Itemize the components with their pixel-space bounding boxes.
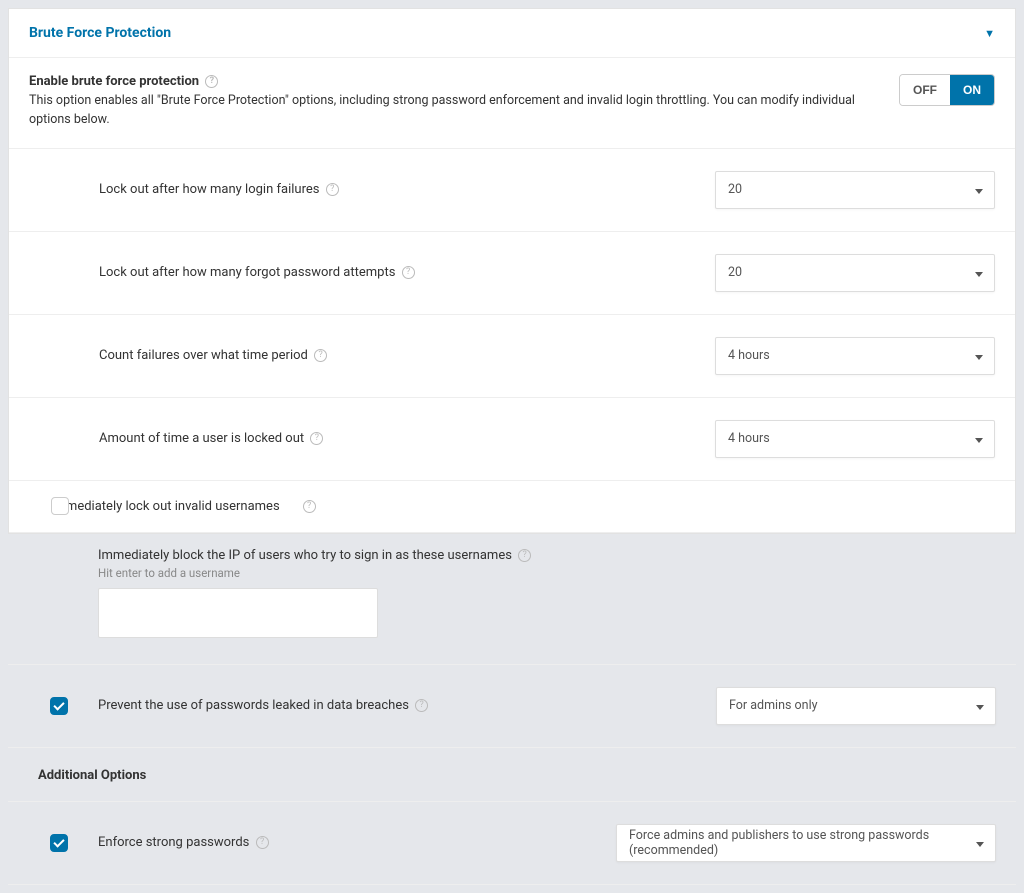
help-icon[interactable]: ? (205, 75, 218, 88)
leaked-passwords-select[interactable]: For admins only (716, 687, 996, 725)
chevron-down-icon[interactable]: ▼ (984, 27, 995, 40)
help-icon[interactable]: ? (415, 699, 428, 712)
count-period-select[interactable]: 4 hours (715, 337, 995, 375)
help-icon[interactable]: ? (518, 549, 531, 562)
lockout-time-select[interactable]: 4 hours (715, 420, 995, 458)
help-icon[interactable]: ? (314, 349, 327, 362)
count-period-label: Count failures over what time period (99, 348, 308, 363)
enable-title: Enable brute force protection ? (29, 74, 879, 89)
help-icon[interactable]: ? (303, 500, 316, 513)
help-icon[interactable]: ? (256, 836, 269, 849)
forgot-password-select[interactable]: 20 (715, 254, 995, 292)
forgot-password-label: Lock out after how many forgot password … (99, 265, 395, 280)
strong-passwords-label: Enforce strong passwords (98, 835, 249, 850)
panel-title: Brute Force Protection (29, 25, 171, 41)
leaked-passwords-label: Prevent the use of passwords leaked in d… (98, 698, 409, 713)
block-ip-sublabel: Hit enter to add a username (98, 566, 996, 580)
toggle-off-button[interactable]: OFF (900, 75, 950, 105)
leaked-passwords-checkbox[interactable] (50, 697, 68, 715)
block-ip-label: Immediately block the IP of users who tr… (98, 548, 512, 563)
invalid-usernames-label: Immediately lock out invalid usernames (51, 499, 280, 514)
additional-options-heading: Additional Options (8, 748, 1016, 801)
strong-passwords-checkbox[interactable] (50, 834, 68, 852)
strong-passwords-select[interactable]: Force admins and publishers to use stron… (616, 824, 996, 862)
help-icon[interactable]: ? (402, 266, 415, 279)
enable-toggle: OFF ON (899, 74, 995, 106)
help-icon[interactable]: ? (326, 183, 339, 196)
panel-header[interactable]: Brute Force Protection ▼ (9, 9, 1015, 58)
help-icon[interactable]: ? (310, 432, 323, 445)
block-ip-textarea[interactable] (98, 588, 378, 638)
login-failures-select[interactable]: 20 (715, 171, 995, 209)
enable-description: This option enables all "Brute Force Pro… (29, 92, 879, 130)
toggle-on-button[interactable]: ON (950, 75, 994, 105)
login-failures-label: Lock out after how many login failures (99, 182, 319, 197)
lockout-time-label: Amount of time a user is locked out (99, 431, 304, 446)
invalid-usernames-checkbox[interactable] (51, 497, 69, 515)
